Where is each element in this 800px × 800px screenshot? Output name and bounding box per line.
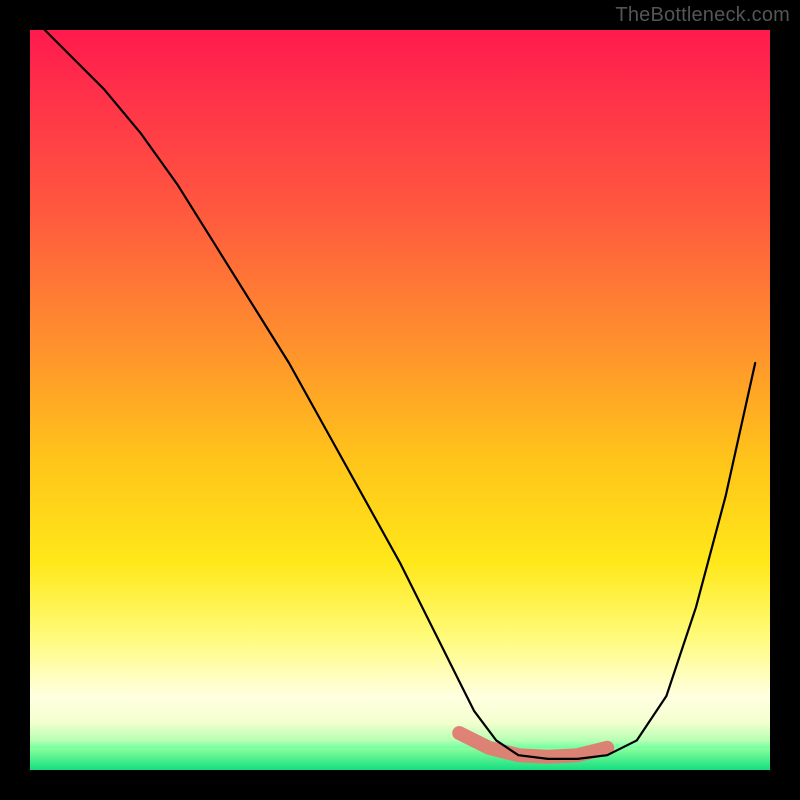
- highlight-segment: [459, 733, 607, 757]
- watermark-text: TheBottleneck.com: [615, 4, 790, 27]
- chart-frame: TheBottleneck.com: [0, 0, 800, 800]
- plot-area: [30, 30, 770, 770]
- curve-svg: [30, 30, 770, 770]
- bottleneck-curve: [45, 30, 755, 759]
